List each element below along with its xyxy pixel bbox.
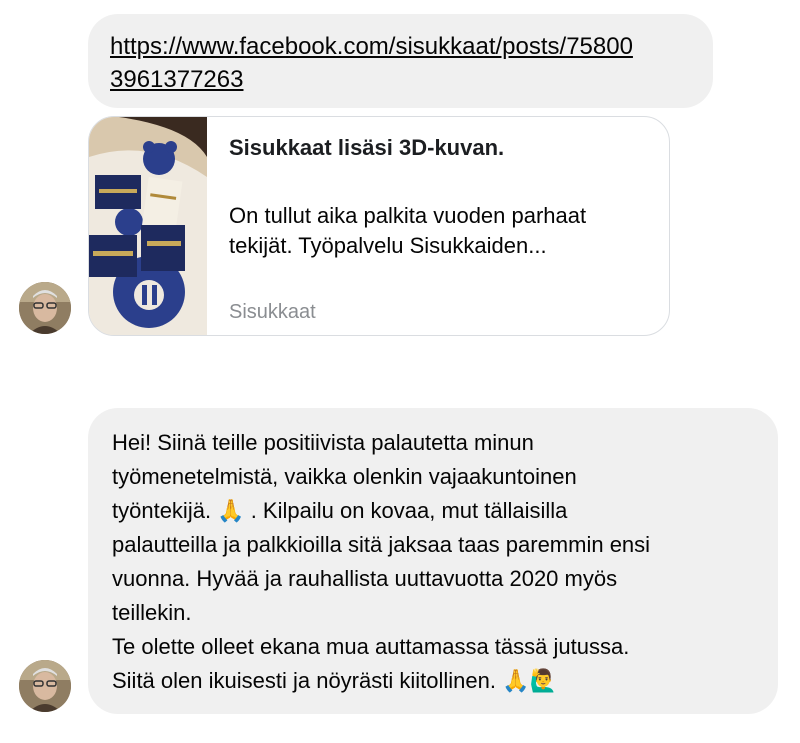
message-paragraph-2: Te olette olleet ekana mua auttamassa tä… — [112, 630, 758, 698]
preview-description-line2: tekijät. Työpalvelu Sisukkaiden... — [229, 233, 547, 258]
message-line: . Kilpailu on kovaa, mut tällaisilla — [244, 498, 568, 523]
message-line: vuonna. Hyvää ja rauhallista uuttavuotta… — [112, 566, 618, 591]
preview-title: Sisukkaat lisäsi 3D-kuvan. — [229, 135, 505, 160]
preview-description: On tullut aika palkita vuoden parhaat te… — [229, 201, 649, 261]
message-line: työntekijä. — [112, 498, 218, 523]
link-message-bubble: https://www.facebook.com/sisukkaat/posts… — [88, 14, 713, 108]
message-line: työmenetelmistä, vaikka olenkin vajaakun… — [112, 464, 577, 489]
pray-emoji-icon: 🙏 — [217, 498, 245, 523]
message-line: palautteilla ja palkkioilla sitä jaksaa … — [112, 532, 651, 557]
pray-emoji-icon: 🙏 — [502, 668, 530, 693]
raising-hand-emoji-icon: 🙋‍♂️ — [529, 668, 557, 693]
sender-avatar[interactable] — [19, 282, 71, 334]
shared-link[interactable]: https://www.facebook.com/sisukkaat/posts… — [110, 30, 691, 96]
sender-avatar[interactable] — [19, 660, 71, 712]
preview-thumbnail-image — [89, 117, 207, 335]
shared-link-line2[interactable]: 3961377263 — [110, 66, 243, 93]
shared-link-line1[interactable]: https://www.facebook.com/sisukkaat/posts… — [110, 33, 633, 60]
message-line: Hei! Siinä teille positiivista palautett… — [112, 430, 534, 455]
message-line: Siitä olen ikuisesti ja nöyrästi kiitoll… — [112, 668, 503, 693]
preview-description-line1: On tullut aika palkita vuoden parhaat — [229, 203, 587, 228]
link-preview-card[interactable]: Sisukkaat lisäsi 3D-kuvan. On tullut aik… — [88, 116, 670, 336]
message-line: Te olette olleet ekana mua auttamassa tä… — [112, 634, 630, 659]
message-line: teillekin. — [112, 600, 192, 625]
message-paragraph-1: Hei! Siinä teille positiivista palautett… — [112, 426, 758, 630]
preview-body: Sisukkaat lisäsi 3D-kuvan. On tullut aik… — [207, 117, 669, 335]
preview-source: Sisukkaat — [229, 301, 316, 323]
message-bubble: Hei! Siinä teille positiivista palautett… — [88, 408, 778, 714]
